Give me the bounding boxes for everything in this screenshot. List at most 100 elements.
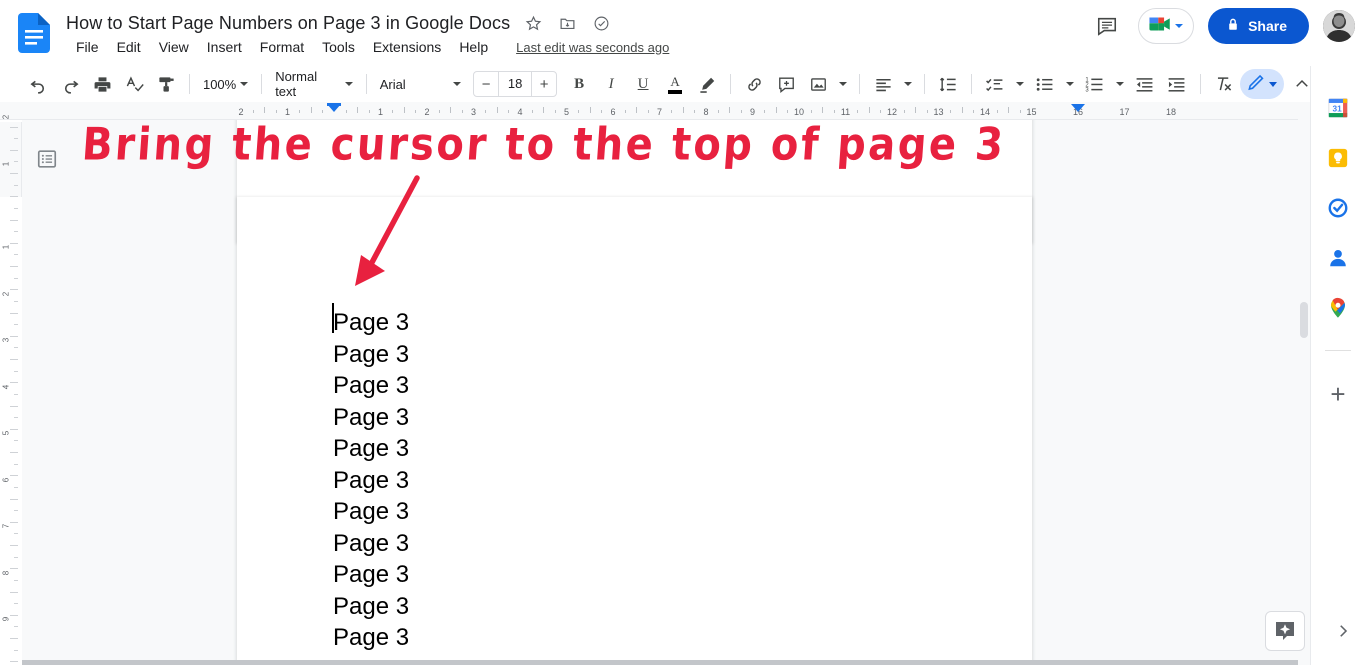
document-line[interactable]: Page 3 xyxy=(333,339,409,371)
document-title[interactable]: How to Start Page Numbers on Page 3 in G… xyxy=(66,13,510,34)
document-line[interactable]: Page 3 xyxy=(333,622,409,654)
menu-view[interactable]: View xyxy=(151,37,197,57)
last-edit-status[interactable]: Last edit was seconds ago xyxy=(516,40,669,55)
text-color-button[interactable]: A xyxy=(661,70,689,98)
ruler-tick xyxy=(357,107,359,113)
document-line[interactable]: Page 3 xyxy=(333,591,409,623)
ruler-tick xyxy=(531,110,533,113)
image-chevron-down-icon[interactable] xyxy=(836,70,850,98)
meet-chevron-down-icon[interactable] xyxy=(1175,24,1184,28)
underline-button[interactable]: U xyxy=(629,70,657,98)
line-spacing-icon[interactable] xyxy=(934,70,962,98)
vruler-tick xyxy=(10,382,18,384)
google-meet-button[interactable] xyxy=(1138,8,1195,44)
numbered-list-chevron-down-icon[interactable] xyxy=(1113,70,1127,98)
ruler-tick xyxy=(392,110,394,113)
zoom-chevron-down-icon xyxy=(240,82,249,86)
google-docs-icon[interactable] xyxy=(18,13,50,53)
vertical-ruler[interactable]: 2 1 1 2 3 4 5 6 7 8 9 xyxy=(0,115,22,665)
expand-chevron-icon[interactable] xyxy=(1329,617,1357,645)
google-meet-icon xyxy=(1147,13,1173,40)
document-line[interactable]: Page 3 xyxy=(333,528,409,560)
move-to-folder-icon[interactable] xyxy=(556,12,578,34)
google-maps-icon[interactable] xyxy=(1326,296,1350,320)
redo-icon[interactable] xyxy=(56,70,84,98)
avatar[interactable] xyxy=(1323,10,1355,42)
vruler-tick-label: 4 xyxy=(1,384,11,389)
italic-button[interactable]: I xyxy=(597,70,625,98)
document-line[interactable]: Page 3 xyxy=(333,402,409,434)
ruler-tick xyxy=(822,107,824,113)
document-line[interactable]: Page 3 xyxy=(333,307,409,339)
menu-help[interactable]: Help xyxy=(451,37,496,57)
vruler-tick xyxy=(10,266,18,267)
document-line[interactable]: Page 3 xyxy=(333,433,409,465)
menu-file[interactable]: File xyxy=(68,37,107,57)
clear-formatting-icon[interactable] xyxy=(1210,70,1238,98)
checklist-icon[interactable] xyxy=(981,70,1009,98)
align-icon[interactable] xyxy=(869,70,897,98)
document-outline-icon[interactable] xyxy=(30,142,64,176)
google-tasks-icon[interactable] xyxy=(1326,196,1350,220)
text-color-swatch xyxy=(668,89,683,94)
insert-image-icon[interactable] xyxy=(804,70,832,98)
checklist-chevron-down-icon[interactable] xyxy=(1013,70,1027,98)
numbered-list-icon[interactable]: 1 2 3 xyxy=(1081,70,1109,98)
paint-format-icon[interactable] xyxy=(152,70,180,98)
menu-insert[interactable]: Insert xyxy=(199,37,250,57)
cloud-saved-icon[interactable] xyxy=(590,12,612,34)
ruler-tick xyxy=(496,107,498,113)
document-line[interactable]: Page 3 xyxy=(333,465,409,497)
menu-extensions[interactable]: Extensions xyxy=(365,37,449,57)
ruler-tick-label: 13 xyxy=(933,107,944,117)
horizontal-ruler[interactable]: 2 1 1 2 3 4 5 6 7 8 9 10 11 12 13 14 15 16 17 18 xyxy=(0,102,1310,120)
spellcheck-icon[interactable] xyxy=(120,70,148,98)
right-indent-marker[interactable] xyxy=(1071,104,1085,112)
comment-history-icon[interactable] xyxy=(1090,9,1124,43)
increase-font-size-button[interactable]: + xyxy=(532,72,556,96)
font-size-input[interactable]: 18 xyxy=(498,72,533,96)
edit-mode-button[interactable] xyxy=(1239,69,1284,99)
align-chevron-down-icon[interactable] xyxy=(901,70,915,98)
document-line[interactable]: Page 3 xyxy=(333,496,409,528)
google-calendar-icon[interactable]: 31 xyxy=(1326,96,1350,120)
left-margin-bar xyxy=(327,103,341,106)
font-family-select[interactable]: Arial xyxy=(374,70,467,98)
ruler-tick xyxy=(299,110,301,113)
explore-icon[interactable] xyxy=(1265,611,1305,651)
undo-icon[interactable] xyxy=(24,70,52,98)
edit-pencil-icon xyxy=(1247,72,1266,96)
ruler-tick-label: 10 xyxy=(793,107,805,117)
share-button[interactable]: Share xyxy=(1208,8,1309,44)
bold-button[interactable]: B xyxy=(565,70,593,98)
vruler-tick xyxy=(14,184,18,186)
add-addon-button[interactable]: + xyxy=(1330,381,1345,407)
annotation-text: Bring the cursor to the top of page 3 xyxy=(80,120,1008,171)
google-contacts-icon[interactable] xyxy=(1326,246,1350,270)
add-comment-icon[interactable] xyxy=(772,70,800,98)
ruler-tick-label: 1 xyxy=(377,107,384,117)
ruler-tick xyxy=(915,107,917,113)
menu-edit[interactable]: Edit xyxy=(109,37,149,57)
document-line[interactable]: Page 3 xyxy=(333,559,409,591)
ruler-tick-label: 6 xyxy=(610,107,616,117)
ruler-tick xyxy=(950,110,952,113)
google-keep-icon[interactable] xyxy=(1326,146,1350,170)
document-line[interactable]: Page 3 xyxy=(333,370,409,402)
scrollbar-thumb[interactable] xyxy=(1300,302,1308,338)
paragraph-style-select[interactable]: Normal text xyxy=(269,69,359,99)
decrease-indent-icon[interactable] xyxy=(1131,70,1159,98)
star-icon[interactable] xyxy=(522,12,544,34)
bulleted-list-chevron-down-icon[interactable] xyxy=(1063,70,1077,98)
increase-indent-icon[interactable] xyxy=(1163,70,1191,98)
vertical-scrollbar[interactable] xyxy=(1298,102,1310,665)
print-icon[interactable] xyxy=(88,70,116,98)
insert-link-icon[interactable] xyxy=(740,70,768,98)
menu-tools[interactable]: Tools xyxy=(314,37,363,57)
zoom-select[interactable]: 100% xyxy=(197,70,254,98)
highlight-pen-icon[interactable] xyxy=(693,70,721,98)
decrease-font-size-button[interactable]: − xyxy=(474,72,498,96)
formatting-toolbar: 100% Normal text Arial − 18 + B I U A 1 … xyxy=(0,66,1365,102)
menu-format[interactable]: Format xyxy=(252,37,312,57)
bulleted-list-icon[interactable] xyxy=(1031,70,1059,98)
